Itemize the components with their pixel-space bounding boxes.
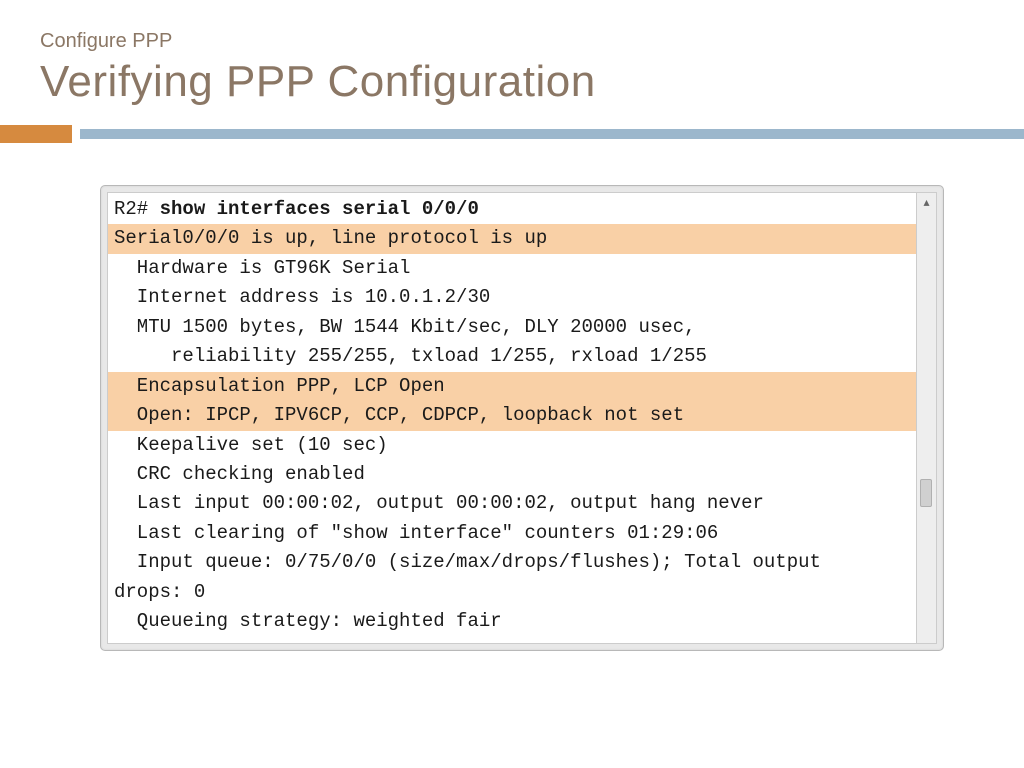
output-line: Last clearing of "show interface" counte… [108,519,916,548]
terminal-window: R2# show interfaces serial 0/0/0 Serial0… [100,185,944,651]
divider-accent [0,125,72,143]
output-line: Encapsulation PPP, LCP Open [108,372,916,401]
divider [0,125,1024,143]
output-line: drops: 0 [108,578,916,607]
output-line: Keepalive set (10 sec) [108,431,916,460]
scroll-up-icon[interactable]: ▴ [923,193,929,211]
output-line: Serial0/0/0 is up, line protocol is up [108,224,916,253]
output-line: reliability 255/255, txload 1/255, rxloa… [108,342,916,371]
output-line: CRC checking enabled [108,460,916,489]
slide-subtitle: Configure PPP [40,30,984,53]
output-line: Hardware is GT96K Serial [108,254,916,283]
output-line: Queueing strategy: weighted fair [108,607,916,636]
output-line: Open: IPCP, IPV6CP, CCP, CDPCP, loopback… [108,401,916,430]
output-line: Input queue: 0/75/0/0 (size/max/drops/fl… [108,548,916,577]
divider-bar [80,129,1024,139]
slide-title: Verifying PPP Configuration [40,57,984,107]
terminal-output: R2# show interfaces serial 0/0/0 Serial0… [107,192,917,644]
output-line: Last input 00:00:02, output 00:00:02, ou… [108,489,916,518]
scrollbar[interactable]: ▴ [917,192,937,644]
scroll-track[interactable] [917,211,936,643]
output-line: MTU 1500 bytes, BW 1544 Kbit/sec, DLY 20… [108,313,916,342]
command-line: R2# show interfaces serial 0/0/0 [108,195,916,224]
scroll-thumb[interactable] [920,479,932,507]
output-line: Internet address is 10.0.1.2/30 [108,283,916,312]
prompt: R2# [114,198,160,220]
command: show interfaces serial 0/0/0 [160,198,479,220]
